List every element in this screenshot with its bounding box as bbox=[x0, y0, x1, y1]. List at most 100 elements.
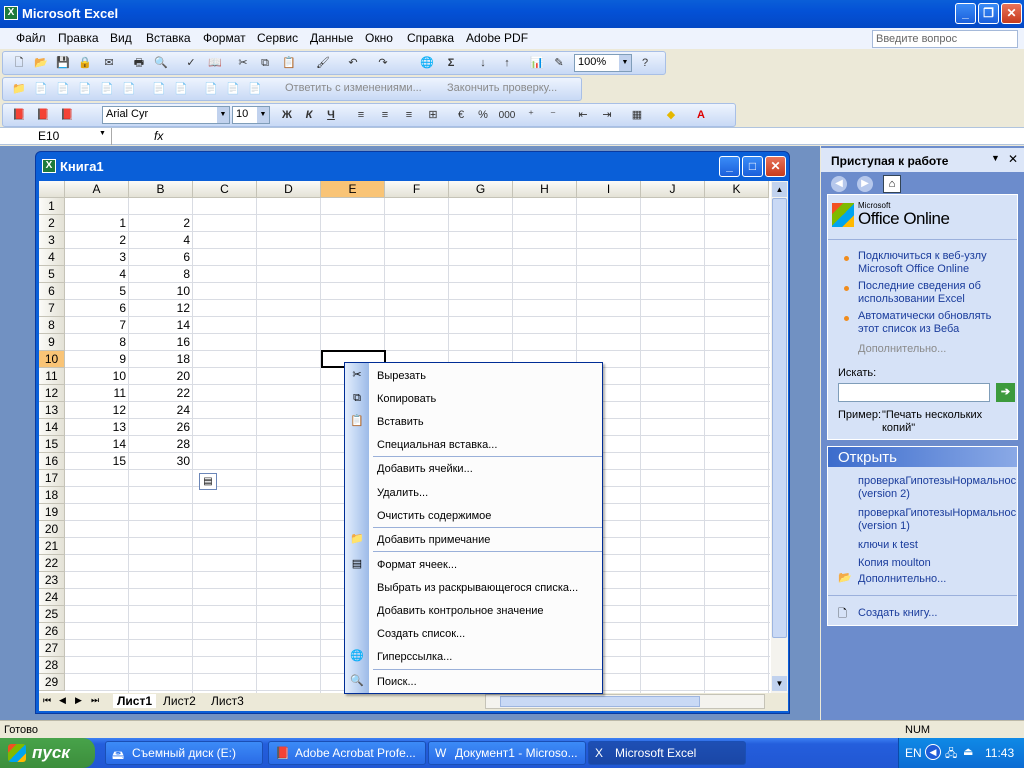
cell-value[interactable]: 14 bbox=[65, 436, 129, 453]
row-header[interactable]: 13 bbox=[39, 402, 65, 419]
close-button[interactable]: ✕ bbox=[1001, 3, 1022, 24]
review-icon-7[interactable]: 📄 bbox=[173, 82, 189, 97]
cell-value[interactable]: 16 bbox=[129, 334, 193, 351]
help-icon[interactable]: ? bbox=[637, 56, 653, 71]
cell-value[interactable]: 10 bbox=[65, 368, 129, 385]
vertical-scrollbar[interactable]: ▲ ▼ bbox=[771, 181, 788, 693]
column-header[interactable]: K bbox=[705, 181, 769, 198]
row-header[interactable]: 16 bbox=[39, 453, 65, 470]
scroll-up-icon[interactable]: ▲ bbox=[772, 182, 787, 197]
recent-file-4[interactable]: Копия moulton bbox=[858, 557, 931, 570]
ctx-add-watch[interactable]: Добавить контрольное значение bbox=[377, 605, 544, 617]
cell-value[interactable]: 8 bbox=[129, 266, 193, 283]
menu-tools[interactable]: Сервис bbox=[257, 31, 298, 45]
column-header[interactable]: A bbox=[65, 181, 129, 198]
row-header[interactable]: 17 bbox=[39, 470, 65, 487]
cell-value[interactable]: 26 bbox=[129, 419, 193, 436]
fill-color-icon[interactable]: ◆ bbox=[663, 108, 679, 123]
ctx-clear-contents[interactable]: Очистить содержимое bbox=[377, 510, 491, 522]
column-header[interactable]: F bbox=[385, 181, 449, 198]
close-icon[interactable]: ✕ bbox=[1008, 152, 1018, 166]
folder-icon[interactable]: 📁 bbox=[11, 82, 27, 97]
row-header[interactable]: 4 bbox=[39, 249, 65, 266]
taskbar-acrobat[interactable]: 📕 Adobe Acrobat Profe... bbox=[268, 741, 426, 765]
menu-edit[interactable]: Правка bbox=[58, 31, 99, 45]
decrease-decimal-icon[interactable]: ⁻ bbox=[545, 108, 561, 123]
tab-next-icon[interactable]: ▶ bbox=[75, 695, 82, 706]
review-icon-8[interactable]: 📄 bbox=[203, 82, 219, 97]
sort-asc-icon[interactable]: ↓ bbox=[475, 56, 491, 71]
cell-value[interactable]: 2 bbox=[65, 232, 129, 249]
column-header[interactable]: E bbox=[321, 181, 385, 198]
row-header[interactable]: 9 bbox=[39, 334, 65, 351]
cell-value[interactable]: 6 bbox=[65, 300, 129, 317]
email-icon[interactable]: ✉ bbox=[101, 56, 117, 71]
review-icon-2[interactable]: 📄 bbox=[55, 82, 71, 97]
language-indicator[interactable]: EN bbox=[905, 746, 922, 760]
borders-icon[interactable]: ▦ bbox=[629, 108, 645, 123]
undo-icon[interactable]: ↶ bbox=[345, 56, 361, 71]
review-icon-3[interactable]: 📄 bbox=[77, 82, 93, 97]
column-header[interactable]: C bbox=[193, 181, 257, 198]
column-header[interactable]: B bbox=[129, 181, 193, 198]
thousands-button[interactable]: 000 bbox=[497, 108, 517, 123]
column-header[interactable]: H bbox=[513, 181, 577, 198]
link-more[interactable]: Дополнительно... bbox=[858, 343, 946, 356]
row-header[interactable]: 6 bbox=[39, 283, 65, 300]
minimize-button[interactable]: _ bbox=[955, 3, 976, 24]
spelling-icon[interactable]: ✓ bbox=[183, 56, 199, 71]
taskbar-excel[interactable]: X Microsoft Excel bbox=[588, 741, 746, 765]
row-header[interactable]: 20 bbox=[39, 521, 65, 538]
reply-with-changes[interactable]: Ответить с изменениями... bbox=[285, 82, 422, 94]
network-icon[interactable]: 🖧 bbox=[945, 745, 957, 764]
safely-remove-icon[interactable]: ⏏ bbox=[963, 745, 973, 758]
ctx-insert-comment[interactable]: Добавить примечание bbox=[377, 534, 490, 546]
ctx-hyperlink[interactable]: Гиперссылка... bbox=[377, 651, 452, 663]
align-center-icon[interactable]: ≡ bbox=[377, 108, 393, 123]
sheet-tab-3[interactable]: Лист3 bbox=[211, 694, 244, 708]
ctx-create-list[interactable]: Создать список... bbox=[377, 628, 465, 640]
chevron-down-icon[interactable]: ▼ bbox=[99, 130, 106, 137]
row-header[interactable]: 11 bbox=[39, 368, 65, 385]
autosum-icon[interactable]: Σ bbox=[443, 56, 459, 71]
cell-value[interactable]: 20 bbox=[129, 368, 193, 385]
row-header[interactable]: 19 bbox=[39, 504, 65, 521]
wb-minimize-button[interactable]: _ bbox=[719, 156, 740, 177]
row-header[interactable]: 29 bbox=[39, 674, 65, 691]
print-preview-icon[interactable]: 🔍 bbox=[153, 56, 169, 71]
new-icon[interactable]: 🗋 bbox=[11, 56, 27, 71]
scroll-down-icon[interactable]: ▼ bbox=[772, 676, 787, 691]
cell-value[interactable]: 30 bbox=[129, 453, 193, 470]
zoom-combo[interactable]: 100% ▼ bbox=[574, 54, 632, 72]
cell-value[interactable]: 13 bbox=[65, 419, 129, 436]
wb-close-button[interactable]: ✕ bbox=[765, 156, 786, 177]
ctx-delete[interactable]: Удалить... bbox=[377, 487, 428, 499]
review-icon-9[interactable]: 📄 bbox=[225, 82, 241, 97]
ctx-cut[interactable]: Вырезать bbox=[377, 370, 426, 382]
cell-value[interactable]: 6 bbox=[129, 249, 193, 266]
tab-last-icon[interactable]: ⏭ bbox=[91, 695, 99, 706]
taskbar-removable-disk[interactable]: 🖴 Съемный диск (E:) bbox=[105, 741, 263, 765]
recent-file-2[interactable]: проверкаГипотезыНормальнос (version 1) bbox=[858, 507, 1018, 533]
recent-file-3[interactable]: ключи к test bbox=[858, 539, 918, 552]
tray-back-icon[interactable]: ◀ bbox=[925, 744, 941, 760]
increase-indent-icon[interactable]: ⇥ bbox=[599, 108, 615, 123]
row-header[interactable]: 8 bbox=[39, 317, 65, 334]
tab-prev-icon[interactable]: ◀ bbox=[59, 695, 66, 706]
row-header[interactable]: 24 bbox=[39, 589, 65, 606]
ctx-insert-cells[interactable]: Добавить ячейки... bbox=[377, 463, 473, 475]
create-workbook-link[interactable]: Создать книгу... bbox=[858, 607, 937, 620]
select-all-corner[interactable] bbox=[39, 181, 65, 198]
review-icon[interactable]: 📄 bbox=[33, 82, 49, 97]
cell-value[interactable]: 22 bbox=[129, 385, 193, 402]
cell-value[interactable]: 24 bbox=[129, 402, 193, 419]
drawing-icon[interactable]: ✎ bbox=[551, 56, 567, 71]
menu-insert[interactable]: Вставка bbox=[146, 31, 191, 45]
cell-value[interactable]: 1 bbox=[65, 215, 129, 232]
ctx-paste[interactable]: Вставить bbox=[377, 416, 424, 428]
end-review[interactable]: Закончить проверку... bbox=[447, 82, 557, 94]
cell-value[interactable]: 4 bbox=[65, 266, 129, 283]
link-auto-update[interactable]: Автоматически обновлять этот список из В… bbox=[858, 310, 1013, 336]
recent-file-1[interactable]: проверкаГипотезыНормальнос (version 2) bbox=[858, 475, 1018, 501]
save-icon[interactable]: 💾 bbox=[55, 56, 71, 71]
